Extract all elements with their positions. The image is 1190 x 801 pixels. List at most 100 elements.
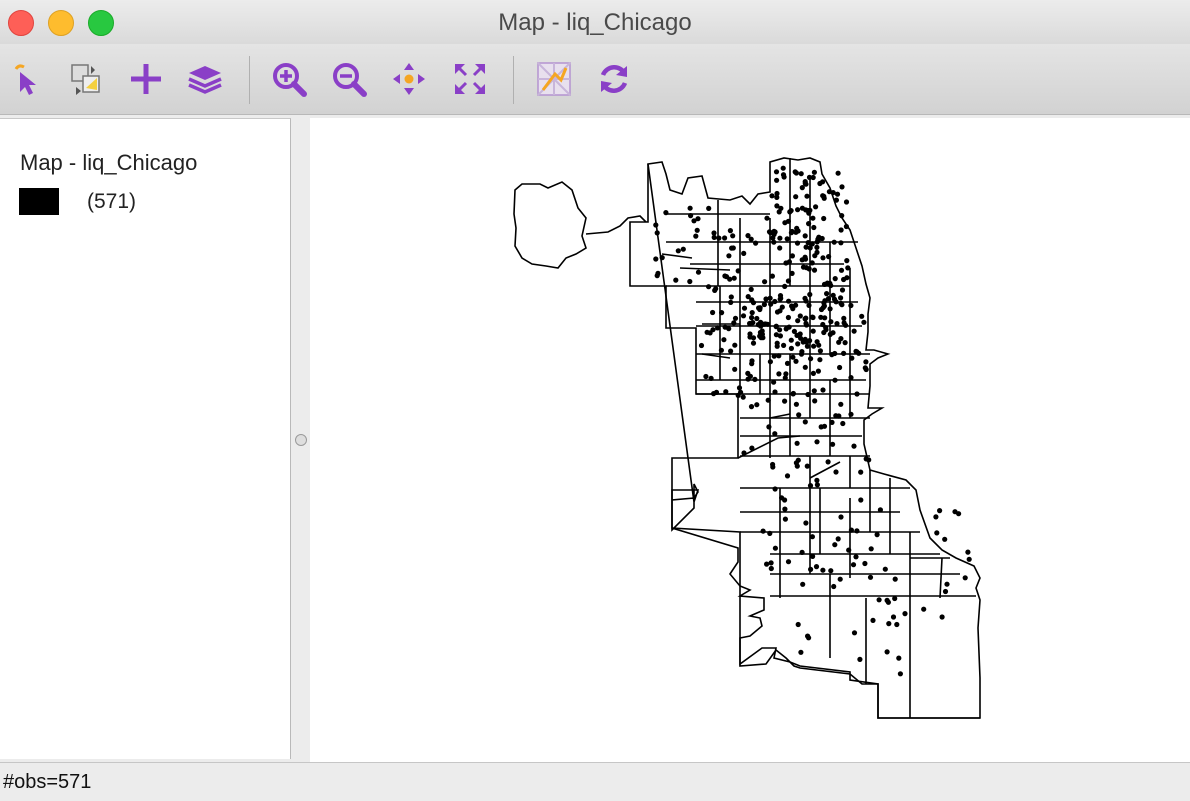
map-point[interactable] xyxy=(816,234,822,240)
map-point[interactable] xyxy=(722,324,728,330)
map-point[interactable] xyxy=(728,299,734,305)
map-point[interactable] xyxy=(965,549,971,555)
map-point[interactable] xyxy=(780,165,786,171)
map-point[interactable] xyxy=(810,370,816,376)
map-point[interactable] xyxy=(841,315,847,321)
map-point[interactable] xyxy=(754,315,760,322)
map-point[interactable] xyxy=(754,402,760,408)
map-point[interactable] xyxy=(721,337,727,343)
map-point[interactable] xyxy=(782,516,788,522)
map-point[interactable] xyxy=(832,276,838,282)
map-point[interactable] xyxy=(874,532,880,538)
map-point[interactable] xyxy=(838,227,844,233)
map-point[interactable] xyxy=(806,635,812,641)
map-point[interactable] xyxy=(837,364,843,371)
map-point[interactable] xyxy=(774,340,780,346)
map-point[interactable] xyxy=(715,325,721,331)
map-point[interactable] xyxy=(885,599,892,605)
map-point[interactable] xyxy=(804,463,810,469)
map-point[interactable] xyxy=(838,336,844,342)
map-point[interactable] xyxy=(735,268,741,274)
map-point[interactable] xyxy=(772,486,778,492)
map-point[interactable] xyxy=(763,296,769,302)
map-point[interactable] xyxy=(659,255,665,261)
map-point[interactable] xyxy=(727,228,733,234)
map-point[interactable] xyxy=(870,617,876,623)
map-point[interactable] xyxy=(817,348,823,354)
map-point[interactable] xyxy=(811,267,818,273)
map-point[interactable] xyxy=(897,671,904,677)
map-point[interactable] xyxy=(795,621,801,628)
map-point[interactable] xyxy=(748,404,755,410)
map-point[interactable] xyxy=(675,248,681,254)
map-point[interactable] xyxy=(794,225,800,231)
map-point[interactable] xyxy=(798,351,805,357)
map-point[interactable] xyxy=(804,343,810,349)
map-point[interactable] xyxy=(839,184,845,190)
map-point[interactable] xyxy=(807,291,813,298)
map-point[interactable] xyxy=(747,320,753,327)
map-point[interactable] xyxy=(716,235,722,241)
map-point[interactable] xyxy=(853,554,859,560)
map-point[interactable] xyxy=(729,245,735,251)
map-point[interactable] xyxy=(771,228,777,234)
map-point[interactable] xyxy=(653,256,659,262)
map-point[interactable] xyxy=(794,240,801,246)
map-point[interactable] xyxy=(777,245,783,251)
map-point[interactable] xyxy=(728,348,734,354)
map-point[interactable] xyxy=(741,305,748,311)
map-point[interactable] xyxy=(782,375,788,381)
map-point[interactable] xyxy=(703,373,709,380)
map-point[interactable] xyxy=(722,235,728,241)
map-point[interactable] xyxy=(769,193,775,199)
map-point[interactable] xyxy=(776,371,782,377)
map-point[interactable] xyxy=(952,509,958,515)
map-point[interactable] xyxy=(769,273,775,279)
map-point[interactable] xyxy=(732,366,738,372)
map-point[interactable] xyxy=(828,568,834,574)
map-point[interactable] xyxy=(774,203,780,209)
map-point[interactable] xyxy=(836,413,842,419)
map-point[interactable] xyxy=(708,375,714,381)
map-point[interactable] xyxy=(839,302,845,308)
map-point[interactable] xyxy=(698,342,705,349)
map-point[interactable] xyxy=(777,235,783,241)
map-point[interactable] xyxy=(718,347,724,353)
map-point[interactable] xyxy=(818,424,824,430)
map-point[interactable] xyxy=(784,236,790,242)
map-point[interactable] xyxy=(843,223,850,230)
map-point[interactable] xyxy=(834,321,840,327)
map-point[interactable] xyxy=(799,205,805,211)
map-point[interactable] xyxy=(732,342,738,348)
map-point[interactable] xyxy=(707,330,713,336)
map-point[interactable] xyxy=(811,169,817,175)
map-point[interactable] xyxy=(826,254,832,260)
map-point[interactable] xyxy=(838,267,845,273)
map-point[interactable] xyxy=(851,443,857,449)
map-point[interactable] xyxy=(794,440,800,446)
map-point[interactable] xyxy=(861,319,867,325)
map-point[interactable] xyxy=(795,457,801,463)
map-point[interactable] xyxy=(789,228,795,235)
map-point[interactable] xyxy=(796,412,802,418)
map-point[interactable] xyxy=(774,177,780,183)
layers-button[interactable] xyxy=(186,60,224,98)
map-point[interactable] xyxy=(771,379,777,385)
map-point[interactable] xyxy=(710,309,716,316)
map-point[interactable] xyxy=(760,528,766,534)
map-point[interactable] xyxy=(653,222,659,228)
map-point[interactable] xyxy=(772,431,778,437)
map-point[interactable] xyxy=(839,213,845,219)
map-point[interactable] xyxy=(944,581,950,587)
map-point[interactable] xyxy=(838,240,844,246)
map-point[interactable] xyxy=(798,649,804,655)
map-point[interactable] xyxy=(868,546,874,552)
map-point[interactable] xyxy=(811,343,817,349)
map-point[interactable] xyxy=(749,315,755,321)
map-point[interactable] xyxy=(740,313,747,319)
map-point[interactable] xyxy=(813,204,819,210)
map-point[interactable] xyxy=(846,547,852,553)
map-point[interactable] xyxy=(706,284,712,290)
map-point[interactable] xyxy=(777,333,783,339)
map-point[interactable] xyxy=(937,508,943,514)
